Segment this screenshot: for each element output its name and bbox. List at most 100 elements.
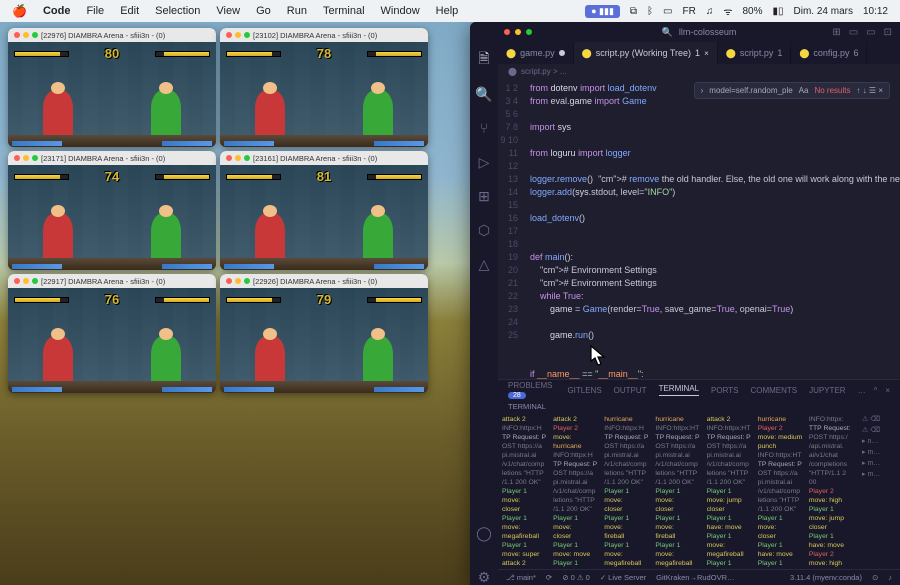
game-titlebar[interactable]: [22917] DIAMBRA Arena - sfiii3n - (0) xyxy=(8,274,216,288)
game-window[interactable]: [22976] DIAMBRA Arena - sfiii3n - (0) 80 xyxy=(8,28,216,147)
fighter-p1 xyxy=(43,90,73,135)
input-lang[interactable]: FR xyxy=(683,6,696,17)
breadcrumb[interactable]: ⬤script.py > ... xyxy=(498,64,900,78)
status-problems[interactable]: ⊘ 0 ⚠ 0 xyxy=(562,573,590,582)
window-title: llm-colosseum xyxy=(679,27,737,37)
apple-icon[interactable]: 🍎 xyxy=(12,4,27,18)
game-viewport: 76 xyxy=(8,288,216,393)
tab-script-py[interactable]: ⬤script.py1 xyxy=(718,42,792,64)
panel-tab-gitlens[interactable]: GITLENS xyxy=(567,386,601,395)
battery-text: 80% xyxy=(742,6,762,17)
terminal-pane[interactable]: hurricane INFO:httpx:H TP Request: P OST… xyxy=(604,415,653,567)
terminal-pane[interactable]: hurricane Player 2 move: medium punch IN… xyxy=(758,415,807,567)
panel-tab-output[interactable]: OUTPUT xyxy=(614,386,647,395)
panel-tab-problems[interactable]: PROBLEMS 28 xyxy=(508,381,555,399)
menu-help[interactable]: Help xyxy=(436,5,459,17)
extensions-icon[interactable]: ⊞ xyxy=(476,188,492,204)
tab-game-py[interactable]: ⬤game.py xyxy=(498,42,574,64)
find-input[interactable]: model=self.random_ple xyxy=(709,86,792,95)
menu-terminal[interactable]: Terminal xyxy=(323,5,365,17)
game-title: [22976] DIAMBRA Arena - sfiii3n - (0) xyxy=(41,31,165,40)
game-window[interactable]: [23171] DIAMBRA Arena - sfiii3n - (0) 74 xyxy=(8,151,216,270)
status-bell-icon[interactable]: ♪ xyxy=(888,573,892,582)
app-name[interactable]: Code xyxy=(43,5,71,17)
layout-icon[interactable]: ⊡ xyxy=(884,27,892,38)
status-gitkraken[interactable]: GitKraken→RudOVR… xyxy=(656,573,734,582)
close-tab-icon[interactable]: × xyxy=(704,49,709,58)
menu-run[interactable]: Run xyxy=(287,5,307,17)
game-titlebar[interactable]: [23102] DIAMBRA Arena - sfiii3n - (0) xyxy=(220,28,428,42)
tab-config-py[interactable]: ⬤config.py6 xyxy=(791,42,867,64)
code-content[interactable]: from dotenv import load_dotenv from eval… xyxy=(524,78,900,379)
layout-icon[interactable]: ⊞ xyxy=(832,27,840,38)
terminal-pane[interactable]: attack 2 INFO:httpx:H TP Request: P OST … xyxy=(502,415,551,567)
code-editor[interactable]: 1 2 3 4 5 6 7 8 9 10 11 12 13 14 15 16 1… xyxy=(498,78,900,379)
line-gutter: 1 2 3 4 5 6 7 8 9 10 11 12 13 14 15 16 1… xyxy=(498,78,524,379)
game-window[interactable]: [23161] DIAMBRA Arena - sfiii3n - (0) 81 xyxy=(220,151,428,270)
bluetooth-icon[interactable]: ᛒ xyxy=(647,6,653,17)
game-titlebar[interactable]: [23161] DIAMBRA Arena - sfiii3n - (0) xyxy=(220,151,428,165)
game-titlebar[interactable]: [23171] DIAMBRA Arena - sfiii3n - (0) xyxy=(8,151,216,165)
settings-icon[interactable]: ⚙ xyxy=(476,569,492,585)
game-titlebar[interactable]: [22926] DIAMBRA Arena - sfiii3n - (0) xyxy=(220,274,428,288)
tab-script-py-working[interactable]: ⬤script.py (Working Tree)1× xyxy=(574,42,718,64)
recording-indicator[interactable]: ● ▮▮▮ xyxy=(585,5,620,18)
panel-tab-ports[interactable]: PORTS xyxy=(711,386,738,395)
maximize-icon[interactable] xyxy=(526,29,532,35)
remote-icon[interactable]: ⬡ xyxy=(476,222,492,238)
menu-go[interactable]: Go xyxy=(256,5,271,17)
panel-close-icon[interactable]: × xyxy=(885,386,890,395)
status-branch[interactable]: ⎇ main* xyxy=(506,573,536,582)
status-python[interactable]: 3.11.4 (myenv:conda) xyxy=(790,573,862,582)
time-text[interactable]: 10:12 xyxy=(863,6,888,17)
vscode-titlebar[interactable]: 🔍llm-colosseum ⊞▭▭⊡ xyxy=(498,22,900,42)
screenshare-icon[interactable]: ⧉ xyxy=(630,6,637,17)
game-window[interactable]: [23102] DIAMBRA Arena - sfiii3n - (0) 78 xyxy=(220,28,428,147)
status-liveserver[interactable]: ✓ Live Server xyxy=(600,573,646,582)
layout-icon[interactable]: ▭ xyxy=(849,27,858,38)
status-sync-icon[interactable]: ⟳ xyxy=(546,573,552,582)
vscode-window[interactable]: 🗎 🔍 ⑂ ▷ ⊞ ⬡ △ ◯ ⚙ 🔍llm-colosseum ⊞▭▭⊡ ⬤g… xyxy=(470,22,900,585)
game-title: [23161] DIAMBRA Arena - sfiii3n - (0) xyxy=(253,154,377,163)
source-control-icon[interactable]: ⑂ xyxy=(476,120,492,136)
game-window[interactable]: [22926] DIAMBRA Arena - sfiii3n - (0) 79 xyxy=(220,274,428,393)
minimize-icon[interactable] xyxy=(515,29,521,35)
find-widget[interactable]: › model=self.random_ple Aa No results ↑ … xyxy=(694,82,890,99)
panel-maximize-icon[interactable]: ^ xyxy=(874,386,878,395)
game-window[interactable]: [22917] DIAMBRA Arena - sfiii3n - (0) 76 xyxy=(8,274,216,393)
search-icon[interactable]: 🔍 xyxy=(476,86,492,102)
game-viewport: 78 xyxy=(220,42,428,147)
menu-view[interactable]: View xyxy=(216,5,240,17)
run-debug-icon[interactable]: ▷ xyxy=(476,154,492,170)
game-titlebar[interactable]: [22976] DIAMBRA Arena - sfiii3n - (0) xyxy=(8,28,216,42)
battery-icon[interactable]: ▮▯ xyxy=(773,6,784,17)
status-feedback-icon[interactable]: ⊙ xyxy=(872,573,878,582)
menu-selection[interactable]: Selection xyxy=(155,5,200,17)
menu-window[interactable]: Window xyxy=(381,5,420,17)
find-flags[interactable]: Aa xyxy=(799,86,809,95)
terminal-sidebar[interactable]: ⚠ ⌫⚠ ⌫▸ n…▸ m…▸ m…▸ m… xyxy=(860,415,896,567)
round-timer: 78 xyxy=(317,46,331,61)
mac-menubar: 🍎 Code File Edit Selection View Go Run T… xyxy=(0,0,900,22)
panel-tab-terminal[interactable]: TERMINAL xyxy=(659,384,699,396)
headphones-icon[interactable]: ♫ xyxy=(706,6,714,17)
terminal-pane[interactable]: INFO:httpx: TTP Request: POST https:/ /a… xyxy=(809,415,858,567)
explorer-icon[interactable]: 🗎 xyxy=(476,52,492,68)
display-icon[interactable]: ▭ xyxy=(663,6,672,17)
close-icon[interactable] xyxy=(504,29,510,35)
find-nav[interactable]: ↑ ↓ ☰ × xyxy=(856,86,883,95)
wifi-icon[interactable]: ᯤ xyxy=(723,4,732,18)
panel-tab-comments[interactable]: COMMENTS xyxy=(750,386,797,395)
testing-icon[interactable]: △ xyxy=(476,256,492,272)
date-text[interactable]: Dim. 24 mars xyxy=(794,6,853,17)
terminal-pane[interactable]: attack 2 Player 2 move: hurricane INFO:h… xyxy=(553,415,602,567)
terminal-pane[interactable]: attack 2 INFO:httpx:HT TP Request: P OST… xyxy=(707,415,756,567)
account-icon[interactable]: ◯ xyxy=(476,525,492,541)
layout-icon[interactable]: ▭ xyxy=(866,27,875,38)
panel-tab-jupyter[interactable]: JUPYTER xyxy=(809,386,845,395)
menu-file[interactable]: File xyxy=(86,5,104,17)
menu-edit[interactable]: Edit xyxy=(120,5,139,17)
terminal-pane[interactable]: hurricane INFO:httpx:HT TP Request: P OS… xyxy=(655,415,704,567)
panel-action-icon[interactable]: … xyxy=(858,386,866,395)
terminal-area[interactable]: attack 2 INFO:httpx:H TP Request: P OST … xyxy=(498,413,900,569)
